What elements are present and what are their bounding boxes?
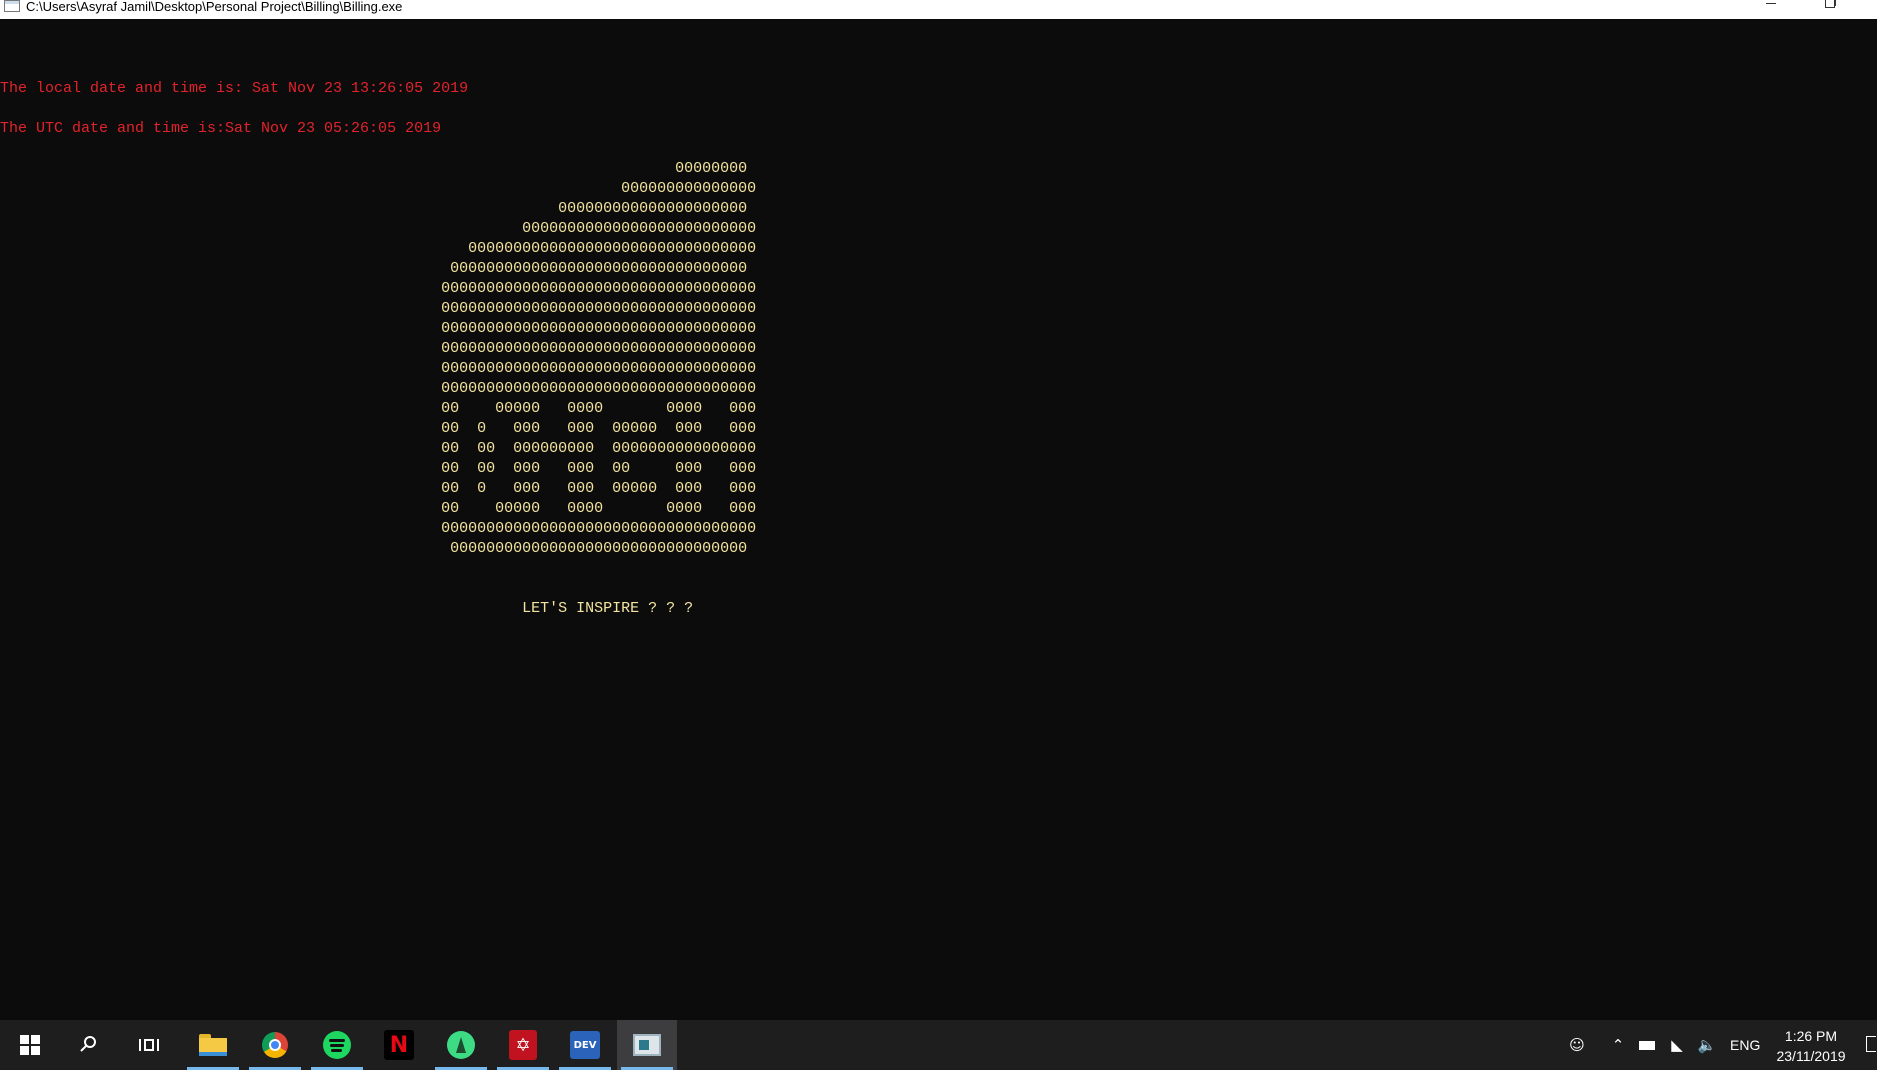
taskbar-app-file-explorer[interactable] xyxy=(183,1020,243,1070)
android-studio-icon xyxy=(447,1031,475,1059)
console-window-icon xyxy=(633,1034,661,1056)
console-output[interactable]: The local date and time is: Sat Nov 23 1… xyxy=(0,19,1877,1020)
ascii-art-line: 00 00 000 000 00 000 000 xyxy=(0,460,757,477)
ascii-art-line: 00 00000 0000 0000 000 xyxy=(0,400,757,417)
wifi-icon[interactable]: ◣ xyxy=(1664,1020,1690,1070)
taskbar-app-android-studio[interactable] xyxy=(431,1020,491,1070)
clock-date: 23/11/2019 xyxy=(1776,1048,1846,1064)
console-app-icon xyxy=(4,0,20,12)
spotify-icon xyxy=(323,1031,351,1059)
console-title-bar[interactable]: C:\Users\Asyraf Jamil\Desktop\Personal P… xyxy=(0,0,1877,19)
ascii-art-line: 00000000000000000000000000000000000 xyxy=(0,340,757,357)
ascii-art-line: 00 00000 0000 0000 000 xyxy=(0,500,757,517)
task-view-icon xyxy=(139,1036,161,1054)
task-view-button[interactable] xyxy=(120,1020,180,1070)
netflix-icon: N xyxy=(384,1030,414,1060)
chrome-icon xyxy=(262,1032,288,1058)
ascii-art-line: 00000000000000000000000000000000000 xyxy=(0,380,757,397)
taskbar-app-dev-cpp[interactable]: DEV xyxy=(555,1020,615,1070)
input-language[interactable]: ENG xyxy=(1730,1037,1760,1053)
search-button[interactable] xyxy=(60,1020,120,1070)
minimize-button[interactable] xyxy=(1748,0,1794,19)
window-title: C:\Users\Asyraf Jamil\Desktop\Personal P… xyxy=(26,0,403,14)
local-time-line: The local date and time is: Sat Nov 23 1… xyxy=(0,80,469,97)
ascii-art-line: 00000000000000000000000000000000000 xyxy=(0,300,757,317)
utc-time-line: The UTC date and time is:Sat Nov 23 05:2… xyxy=(0,120,442,137)
ascii-art-line: 00000000000000000000000000000000000 xyxy=(0,280,757,297)
taskbar-app-acrobat[interactable]: ✡ xyxy=(493,1020,553,1070)
adobe-acrobat-icon: ✡ xyxy=(509,1030,537,1060)
ascii-art-line: 00 00 000000000 0000000000000000 xyxy=(0,440,757,457)
ascii-art-line: 00000000 xyxy=(0,160,748,177)
ascii-art-line: 000000000000000 xyxy=(0,180,757,197)
ascii-art-line: 00000000000000000000000000000000 xyxy=(0,240,757,257)
desktop-screen: C:\Users\Asyraf Jamil\Desktop\Personal P… xyxy=(0,0,1877,1070)
dev-cpp-icon: DEV xyxy=(570,1031,600,1059)
taskbar-app-chrome[interactable] xyxy=(245,1020,305,1070)
volume-icon[interactable]: 🔈 xyxy=(1694,1020,1720,1070)
start-button[interactable] xyxy=(0,1020,60,1070)
chevron-up-icon[interactable]: ⌃ xyxy=(1606,1020,1630,1070)
ascii-art-line: 000000000000000000000 xyxy=(0,200,748,217)
system-clock[interactable]: 1:26 PM 23/11/2019 xyxy=(1766,1026,1856,1066)
ascii-art-line: 00000000000000000000000000000000000 xyxy=(0,360,757,377)
windows-logo-icon xyxy=(20,1035,40,1055)
ascii-art-line: 00 0 000 000 00000 000 000 xyxy=(0,420,757,437)
taskbar-app-console[interactable] xyxy=(617,1020,677,1070)
ascii-art-line: 00000000000000000000000000000000000 xyxy=(0,520,757,537)
ascii-art-line: 000000000000000000000000000000000 xyxy=(0,260,748,277)
people-icon[interactable]: ☺ xyxy=(1562,1020,1592,1070)
ascii-art-line: 000000000000000000000000000000000 xyxy=(0,540,748,557)
battery-icon[interactable] xyxy=(1634,1020,1660,1070)
tagline-text: LET'S INSPIRE ? ? ? xyxy=(0,600,694,617)
ascii-art-line: 00 0 000 000 00000 000 000 xyxy=(0,480,757,497)
search-icon xyxy=(81,1036,99,1054)
ascii-art-line: 00000000000000000000000000000000000 xyxy=(0,320,757,337)
clock-time: 1:26 PM xyxy=(1784,1028,1838,1044)
taskbar-app-spotify[interactable] xyxy=(307,1020,367,1070)
notification-center-icon[interactable] xyxy=(1866,1036,1876,1052)
taskbar: N ✡ DEV ☺ ⌃ ◣ 🔈 ENG 1:26 PM 23/11/2019 xyxy=(0,1020,1877,1070)
restore-button[interactable] xyxy=(1806,0,1852,19)
ascii-art-line: 00000000000000000000000000 xyxy=(0,220,757,237)
taskbar-app-netflix[interactable]: N xyxy=(369,1020,429,1070)
file-explorer-icon xyxy=(199,1034,227,1056)
